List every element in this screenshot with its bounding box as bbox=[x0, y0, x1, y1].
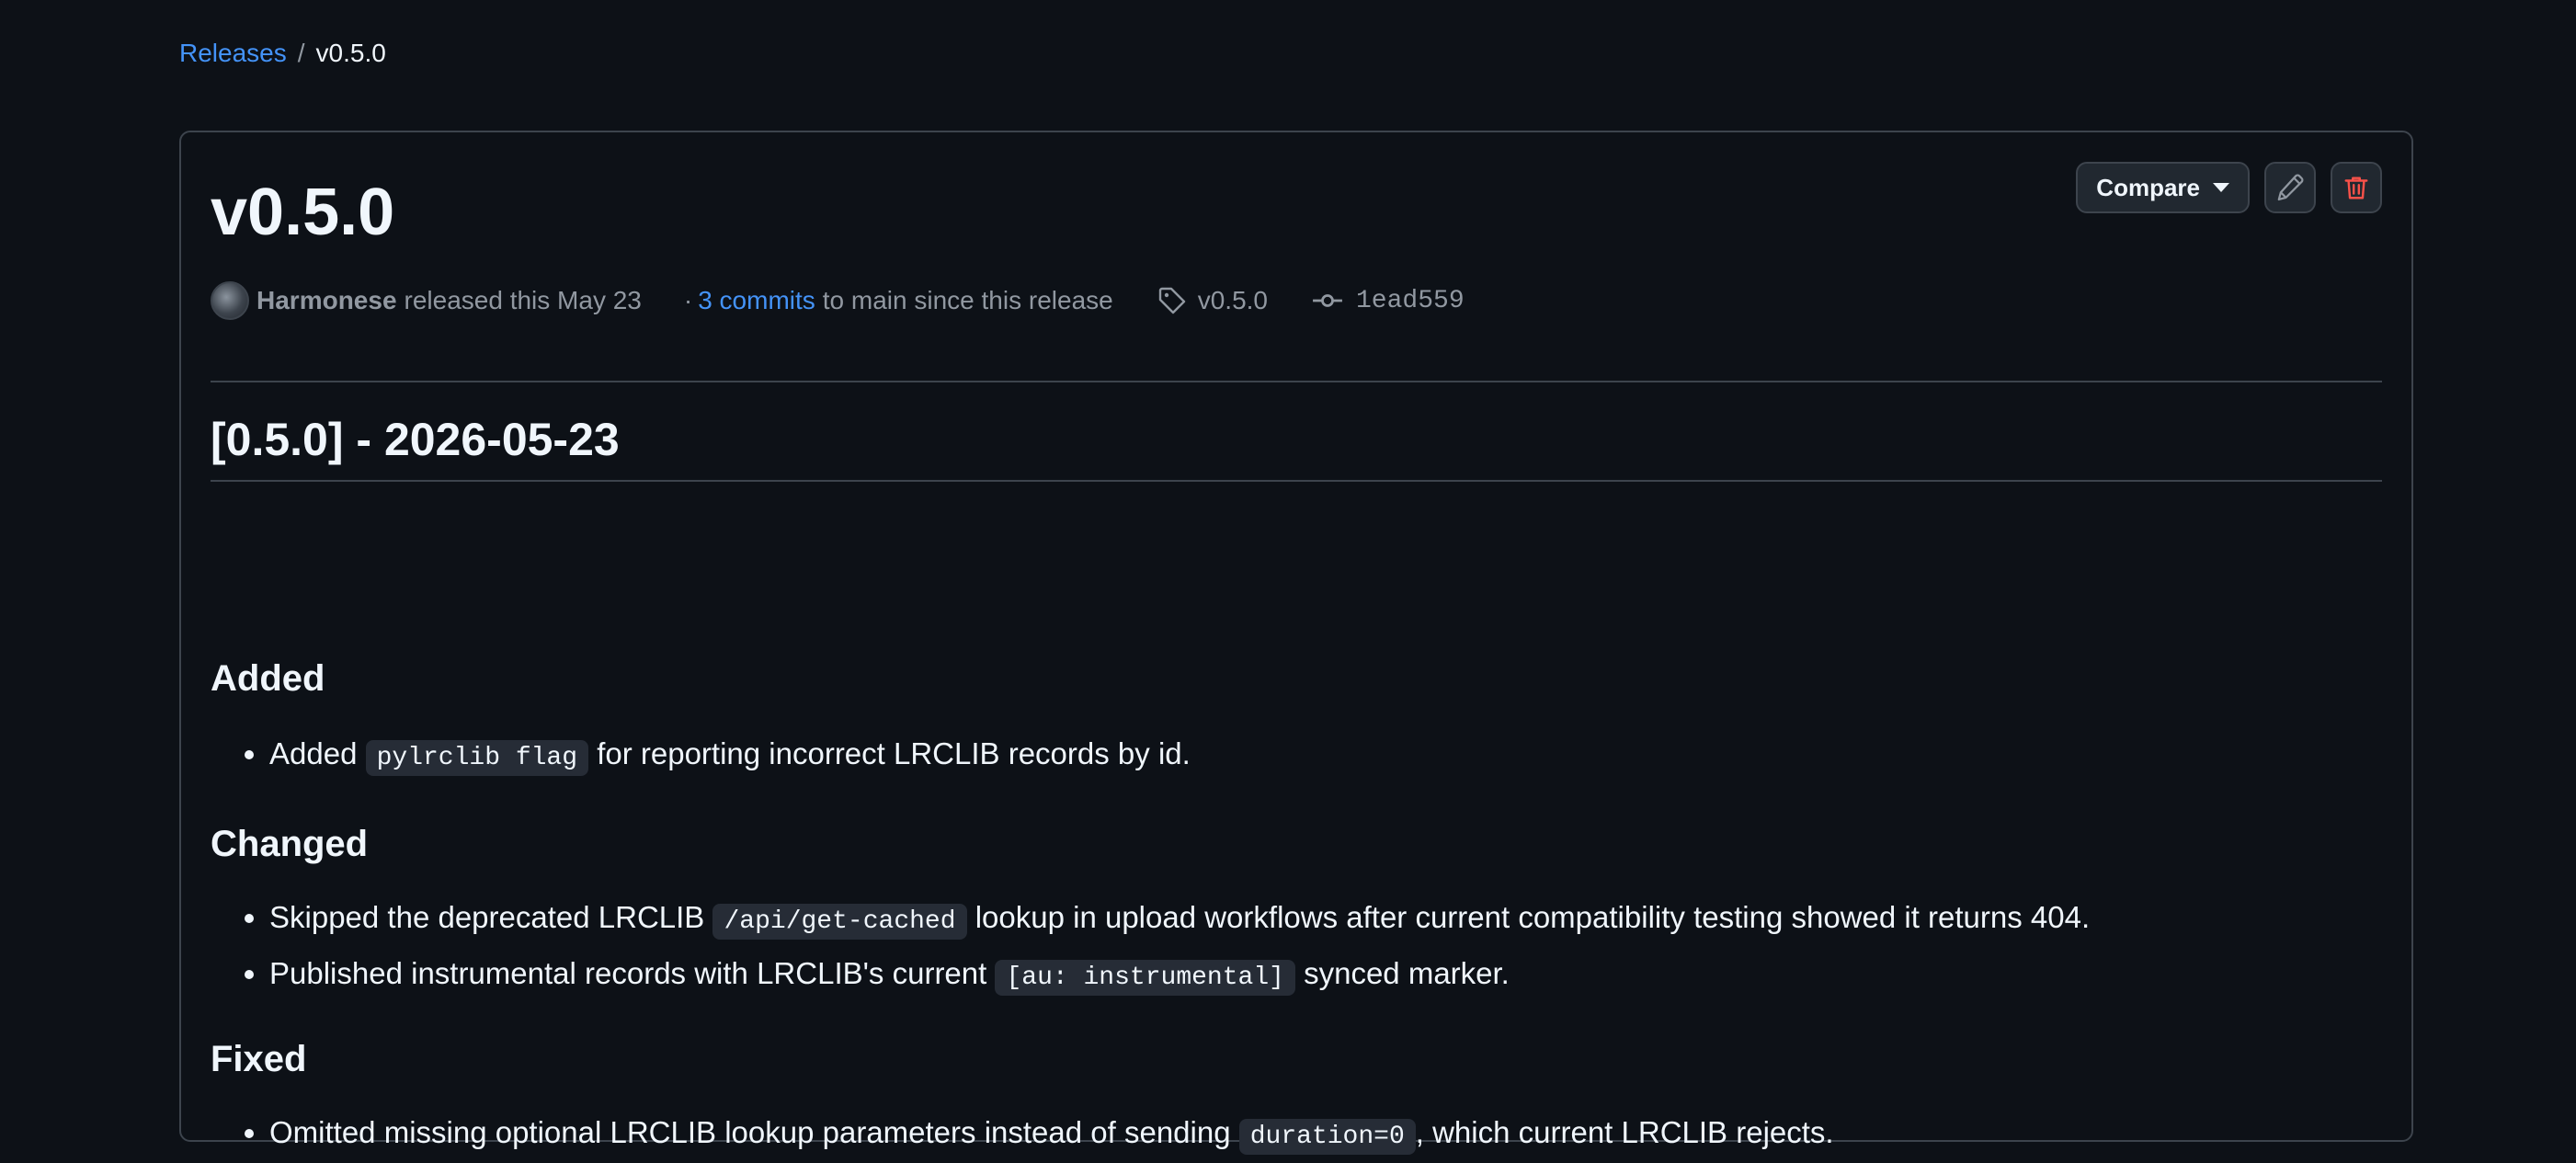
compare-button[interactable]: Compare bbox=[2076, 162, 2250, 213]
item-text: Published instrumental records with LRCL… bbox=[269, 956, 996, 990]
item-text: Skipped the deprecated LRCLIB bbox=[269, 900, 713, 934]
git-commit-icon bbox=[1313, 294, 1342, 307]
item-text: Added bbox=[269, 736, 366, 770]
breadcrumb-current: v0.5.0 bbox=[315, 39, 386, 67]
list-item: Published instrumental records with LRCL… bbox=[269, 948, 2090, 1004]
breadcrumb-separator: / bbox=[297, 39, 305, 67]
item-text: synced marker. bbox=[1294, 956, 1510, 990]
compare-label: Compare bbox=[2096, 173, 2200, 201]
release-actions: Compare bbox=[2076, 162, 2382, 213]
trash-icon bbox=[2344, 177, 2368, 200]
meta-dot: · bbox=[683, 286, 693, 314]
releases-link[interactable]: Releases bbox=[179, 35, 287, 72]
commits-suffix: to main since this release bbox=[822, 286, 1113, 314]
released-text: released this May 23 bbox=[404, 286, 642, 314]
added-list: Added pylrclib flag for reporting incorr… bbox=[211, 728, 1191, 784]
delete-release-button[interactable] bbox=[2331, 162, 2382, 213]
list-item: Skipped the deprecated LRCLIB /api/get-c… bbox=[269, 892, 2090, 948]
release-title[interactable]: v0.5.0 bbox=[211, 171, 394, 254]
item-text: , which current LRCLIB rejects. bbox=[1415, 1115, 1834, 1149]
item-text: lookup in upload workflows after current… bbox=[966, 900, 2091, 934]
tag-link[interactable]: v0.5.0 bbox=[1157, 286, 1268, 315]
author-link[interactable]: Harmonese bbox=[256, 286, 397, 315]
inline-code: [au: instrumental] bbox=[995, 960, 1295, 996]
section-changed-title: Changed bbox=[211, 824, 369, 864]
breadcrumb: Releases / v0.5.0 bbox=[179, 35, 386, 72]
heading-divider bbox=[211, 480, 2382, 482]
tag-icon bbox=[1158, 287, 1185, 314]
divider bbox=[211, 381, 2382, 382]
inline-code: duration=0 bbox=[1238, 1119, 1416, 1155]
release-meta: Harmonese released this May 23 · 3 commi… bbox=[211, 279, 1465, 322]
list-item: Added pylrclib flag for reporting incorr… bbox=[269, 728, 1191, 784]
changed-list: Skipped the deprecated LRCLIB /api/get-c… bbox=[211, 892, 2090, 1004]
commit-link[interactable]: 1ead559 bbox=[1312, 285, 1465, 316]
commits-link[interactable]: 3 commits bbox=[698, 286, 815, 315]
list-item: Omitted missing optional LRCLIB lookup p… bbox=[269, 1107, 1834, 1163]
item-text: for reporting incorrect LRCLIB records b… bbox=[588, 736, 1191, 770]
section-added-title: Added bbox=[211, 658, 325, 699]
pencil-icon bbox=[2277, 174, 2304, 201]
release-card: v0.5.0 Compare Harmonese released this M… bbox=[179, 131, 2413, 1155]
item-text: Omitted missing optional LRCLIB lookup p… bbox=[269, 1115, 1239, 1149]
chevron-down-icon bbox=[2213, 183, 2229, 192]
inline-code: /api/get-cached bbox=[712, 904, 967, 940]
tag-name: v0.5.0 bbox=[1197, 286, 1268, 314]
avatar[interactable] bbox=[211, 281, 249, 320]
fixed-list: Omitted missing optional LRCLIB lookup p… bbox=[211, 1107, 1834, 1163]
commit-hash: 1ead559 bbox=[1356, 286, 1465, 315]
inline-code: pylrclib flag bbox=[365, 740, 589, 776]
release-notes-heading: [0.5.0] - 2026-05-23 bbox=[211, 414, 620, 465]
edit-release-button[interactable] bbox=[2264, 162, 2316, 213]
